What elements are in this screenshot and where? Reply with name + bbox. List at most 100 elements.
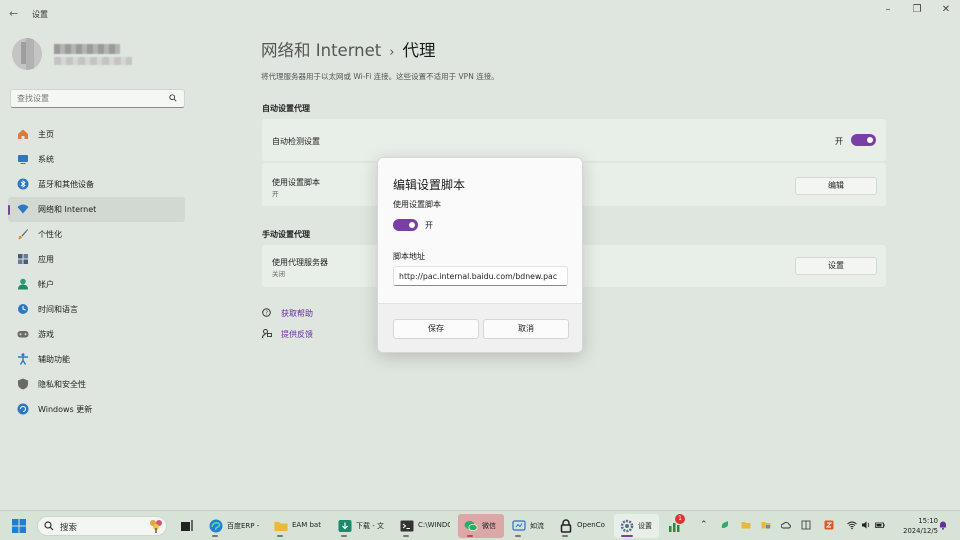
home-icon	[18, 129, 28, 139]
apps-icon	[18, 254, 28, 264]
sidebar-item-gaming[interactable]: 游戏	[8, 322, 185, 347]
taskbar-app-cmd[interactable]: C:\WINDC	[394, 514, 456, 538]
search-input[interactable]	[17, 92, 167, 105]
account-icon	[18, 278, 28, 290]
running-indicator	[467, 535, 473, 537]
setup-script-state: 开	[272, 190, 279, 198]
shield-icon	[18, 378, 28, 390]
help-icon: ?	[262, 308, 271, 317]
sidebar-item-apps[interactable]: 应用	[8, 247, 185, 272]
breadcrumb-separator: ›	[389, 45, 395, 60]
help-link[interactable]: ? 获取帮助	[262, 308, 313, 319]
wechat-icon	[464, 521, 478, 531]
ruliu-icon	[512, 520, 526, 531]
manual-proxy-section-title: 手动设置代理	[262, 230, 310, 239]
tray-folder2-icon[interactable]	[761, 520, 771, 530]
sidebar-item-home[interactable]: 主页	[8, 122, 185, 147]
cancel-button[interactable]: 取消	[483, 319, 569, 339]
notification-bell-icon[interactable]	[938, 520, 948, 530]
taskbar-search[interactable]: 搜索	[37, 516, 167, 536]
clock-date: 2024/12/5	[903, 527, 938, 535]
taskbar-clock[interactable]: 15:10 2024/12/5	[894, 516, 938, 536]
title-bar: ← 设置 – ❐ ✕	[0, 0, 960, 28]
maximize-icon[interactable]: ❐	[903, 3, 931, 17]
taskbar: 搜索 百度ERP - EAM bat 下载 - 文 C:\WINDC 微信 如流…	[0, 510, 960, 540]
taskbar-app-settings[interactable]: 设置	[614, 514, 659, 538]
tray-overflow-icon[interactable]: ⌃	[700, 520, 710, 530]
bluetooth-icon	[17, 178, 29, 190]
system-icon	[18, 155, 28, 164]
wifi-status-icon[interactable]	[847, 520, 857, 530]
volume-icon[interactable]	[861, 520, 871, 530]
breadcrumb-parent[interactable]: 网络和 Internet	[261, 41, 381, 60]
taskbar-app-wechat[interactable]: 微信	[458, 514, 504, 538]
save-button[interactable]: 保存	[393, 319, 479, 339]
setup-button[interactable]: 设置	[795, 257, 877, 275]
minimize-icon[interactable]: –	[874, 3, 902, 17]
task-view-icon[interactable]	[181, 520, 193, 532]
address-label: 脚本地址	[393, 252, 425, 261]
search-icon	[44, 521, 54, 531]
user-name-redacted	[54, 44, 120, 54]
sidebar-item-network[interactable]: 网络和 Internet	[8, 197, 185, 222]
page-title: 代理	[402, 41, 436, 60]
sidebar-item-accounts[interactable]: 帐户	[8, 272, 185, 297]
close-icon[interactable]: ✕	[932, 3, 960, 17]
proxy-server-state: 关闭	[272, 270, 285, 278]
running-indicator	[515, 535, 521, 537]
auto-detect-state: 开	[835, 137, 843, 146]
user-email-redacted	[54, 57, 132, 65]
script-toggle[interactable]	[393, 219, 418, 231]
sidebar-item-bluetooth[interactable]: 蓝牙和其他设备	[8, 172, 185, 197]
dialog-toggle-label: 使用设置脚本	[393, 200, 441, 209]
tray-input-icon[interactable]	[801, 520, 811, 530]
running-indicator	[621, 535, 633, 537]
avatar[interactable]	[12, 38, 42, 70]
tray-orange-app-icon[interactable]	[824, 520, 834, 530]
script-address-input[interactable]	[393, 266, 568, 286]
taskbar-app-eam-folder[interactable]: EAM bat	[268, 514, 330, 538]
taskbar-search-placeholder: 搜索	[60, 523, 78, 533]
terminal-icon	[400, 520, 414, 532]
settings-window: ← 设置 – ❐ ✕ 主页 系统 蓝牙和其他设备 网络和 Internet 个性	[0, 0, 960, 510]
running-indicator	[277, 535, 283, 537]
settings-search[interactable]	[10, 89, 185, 108]
tray-cloud-icon[interactable]	[781, 520, 791, 530]
auto-detect-label: 自动检测设置	[272, 137, 320, 146]
taskbar-app-baidu-erp[interactable]: 百度ERP -	[203, 514, 265, 538]
taskbar-app-ruliu[interactable]: 如流	[506, 514, 552, 538]
edge-icon	[209, 519, 223, 533]
clock-time: 15:10	[918, 517, 938, 525]
tray-app-icon[interactable]	[720, 520, 730, 530]
sidebar-item-system[interactable]: 系统	[8, 147, 185, 172]
sidebar-item-windows-update[interactable]: Windows 更新	[8, 397, 185, 422]
search-icon	[169, 94, 177, 102]
taskbar-app-openconnect[interactable]: OpenCo	[553, 514, 610, 538]
running-indicator	[341, 535, 347, 537]
back-arrow-icon[interactable]: ←	[9, 8, 21, 20]
download-icon	[338, 520, 352, 532]
taskbar-app-chart[interactable]: 1	[662, 514, 688, 538]
sidebar-item-time-language[interactable]: 时间和语言	[8, 297, 185, 322]
globe-clock-icon	[18, 304, 28, 314]
svg-text:?: ?	[265, 311, 268, 317]
sidebar-item-accessibility[interactable]: 辅助功能	[8, 347, 185, 372]
brush-icon	[18, 229, 28, 240]
battery-icon[interactable]	[875, 520, 885, 530]
edit-button[interactable]: 编辑	[795, 177, 877, 195]
search-highlight-icon	[150, 520, 162, 533]
dialog-toggle-state: 开	[425, 221, 433, 230]
sidebar-item-privacy[interactable]: 隐私和安全性	[8, 372, 185, 397]
edit-script-dialog: 编辑设置脚本 使用设置脚本 开 脚本地址 保存 取消	[377, 157, 583, 353]
feedback-icon	[262, 329, 272, 339]
taskbar-app-downloads[interactable]: 下载 - 文	[332, 514, 394, 538]
feedback-link[interactable]: 提供反馈	[262, 329, 313, 340]
running-indicator	[212, 535, 218, 537]
dialog-title: 编辑设置脚本	[393, 178, 466, 192]
update-icon	[17, 403, 29, 415]
auto-detect-toggle[interactable]	[851, 134, 876, 146]
sidebar-item-personalization[interactable]: 个性化	[8, 222, 185, 247]
accessibility-icon	[18, 353, 28, 365]
windows-start-icon[interactable]	[12, 519, 26, 533]
tray-folder-icon[interactable]	[741, 520, 751, 530]
